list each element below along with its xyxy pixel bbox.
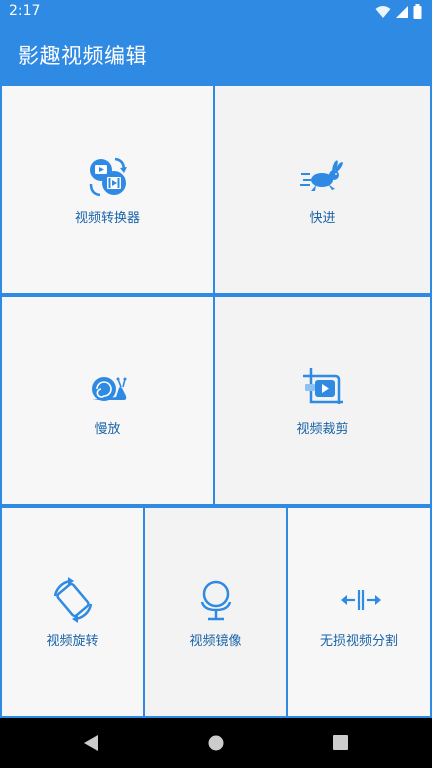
tile-label: 视频裁剪 (296, 422, 349, 437)
battery-icon (413, 4, 422, 19)
status-icons (375, 4, 422, 19)
tile-label: 视频转换器 (74, 211, 140, 226)
home-icon[interactable] (208, 735, 224, 751)
tile-lossless-split[interactable]: 无损视频分割 (288, 508, 430, 716)
tile-video-crop[interactable]: 视频裁剪 (215, 297, 430, 504)
back-icon[interactable] (83, 734, 99, 752)
tile-video-converter[interactable]: 视频转换器 (2, 86, 213, 293)
tile-fast-forward[interactable]: 快进 (215, 86, 430, 293)
signal-icon (396, 5, 408, 18)
tile-label: 无损视频分割 (319, 633, 398, 649)
wifi-icon (375, 5, 391, 18)
tile-label: 视频镜像 (189, 633, 242, 649)
tile-video-rotate[interactable]: 视频旋转 (2, 508, 143, 716)
split-arrows-icon (335, 576, 383, 624)
tile-slow-motion[interactable]: 慢放 (2, 297, 213, 504)
tools-grid: 视频转换器 快进 慢放 视频裁剪 视频旋转 视频镜像 无损视频分割 (0, 84, 432, 718)
tile-label: 快进 (309, 211, 336, 226)
tile-label: 慢放 (94, 422, 121, 437)
tile-label: 视频旋转 (46, 633, 99, 649)
rabbit-icon (299, 153, 347, 201)
recents-icon[interactable] (333, 735, 348, 750)
tile-video-mirror[interactable]: 视频镜像 (145, 508, 286, 716)
status-time: 2:17 (9, 3, 41, 19)
app-bar: 影趣视频编辑 (0, 24, 432, 84)
app-title: 影趣视频编辑 (18, 44, 147, 68)
video-convert-icon (84, 153, 132, 201)
rotate-icon (49, 576, 97, 624)
snail-icon (84, 364, 132, 412)
status-bar: 2:17 (0, 0, 432, 24)
navigation-bar (0, 718, 432, 768)
microphone-mirror-icon (192, 576, 240, 624)
crop-video-icon (299, 364, 347, 412)
